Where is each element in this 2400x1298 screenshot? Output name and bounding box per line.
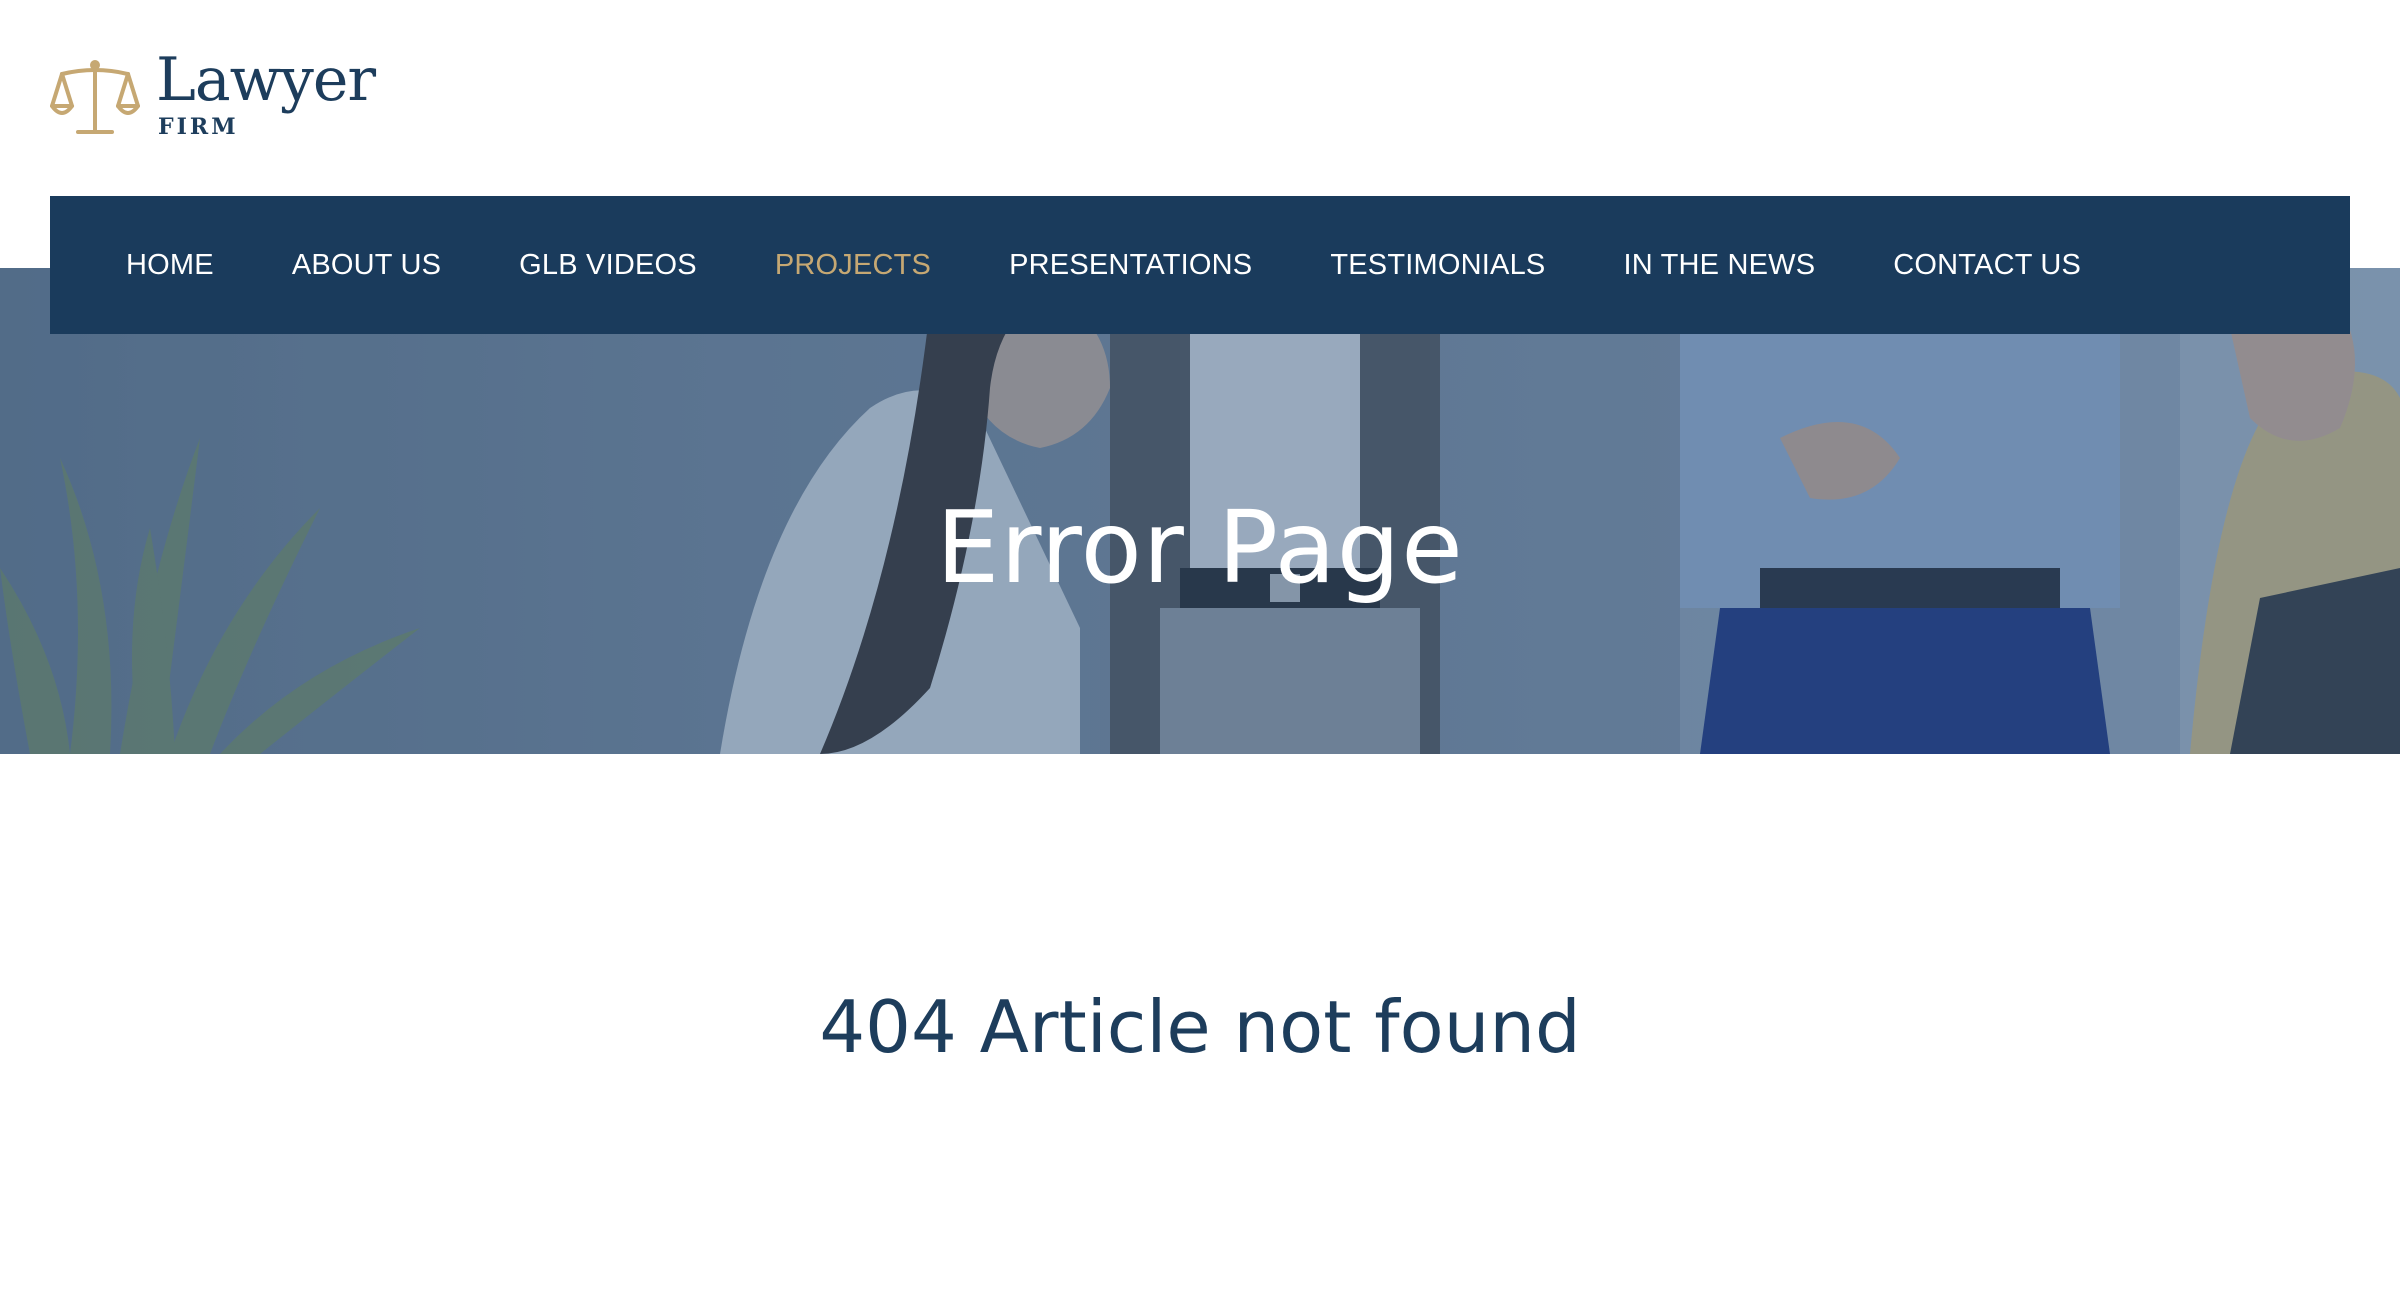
scales-of-justice-icon — [50, 60, 140, 134]
nav-item-projects[interactable]: PROJECTS — [775, 249, 931, 282]
nav-item-in-the-news[interactable]: IN THE NEWS — [1623, 249, 1815, 282]
logo-subtitle: FIRM — [158, 114, 239, 140]
main-navigation: HOME ABOUT US GLB VIDEOS PROJECTS PRESEN… — [50, 196, 2350, 334]
logo-wordmark: Lawyer — [156, 45, 376, 115]
hero-banner: Error Page — [0, 268, 2400, 754]
nav-item-testimonials[interactable]: TESTIMONIALS — [1330, 249, 1545, 282]
page-title: Error Page — [936, 489, 1464, 606]
nav-item-about-us[interactable]: ABOUT US — [292, 249, 441, 282]
error-message: 404 Article not found — [819, 985, 1581, 1069]
site-logo[interactable]: Lawyer FIRM — [50, 50, 376, 142]
nav-item-contact-us[interactable]: CONTACT US — [1893, 249, 2081, 282]
nav-item-presentations[interactable]: PRESENTATIONS — [1009, 249, 1252, 282]
main-content: 404 Article not found — [0, 754, 2400, 1298]
nav-item-home[interactable]: HOME — [126, 249, 214, 282]
nav-item-glb-videos[interactable]: GLB VIDEOS — [519, 249, 697, 282]
